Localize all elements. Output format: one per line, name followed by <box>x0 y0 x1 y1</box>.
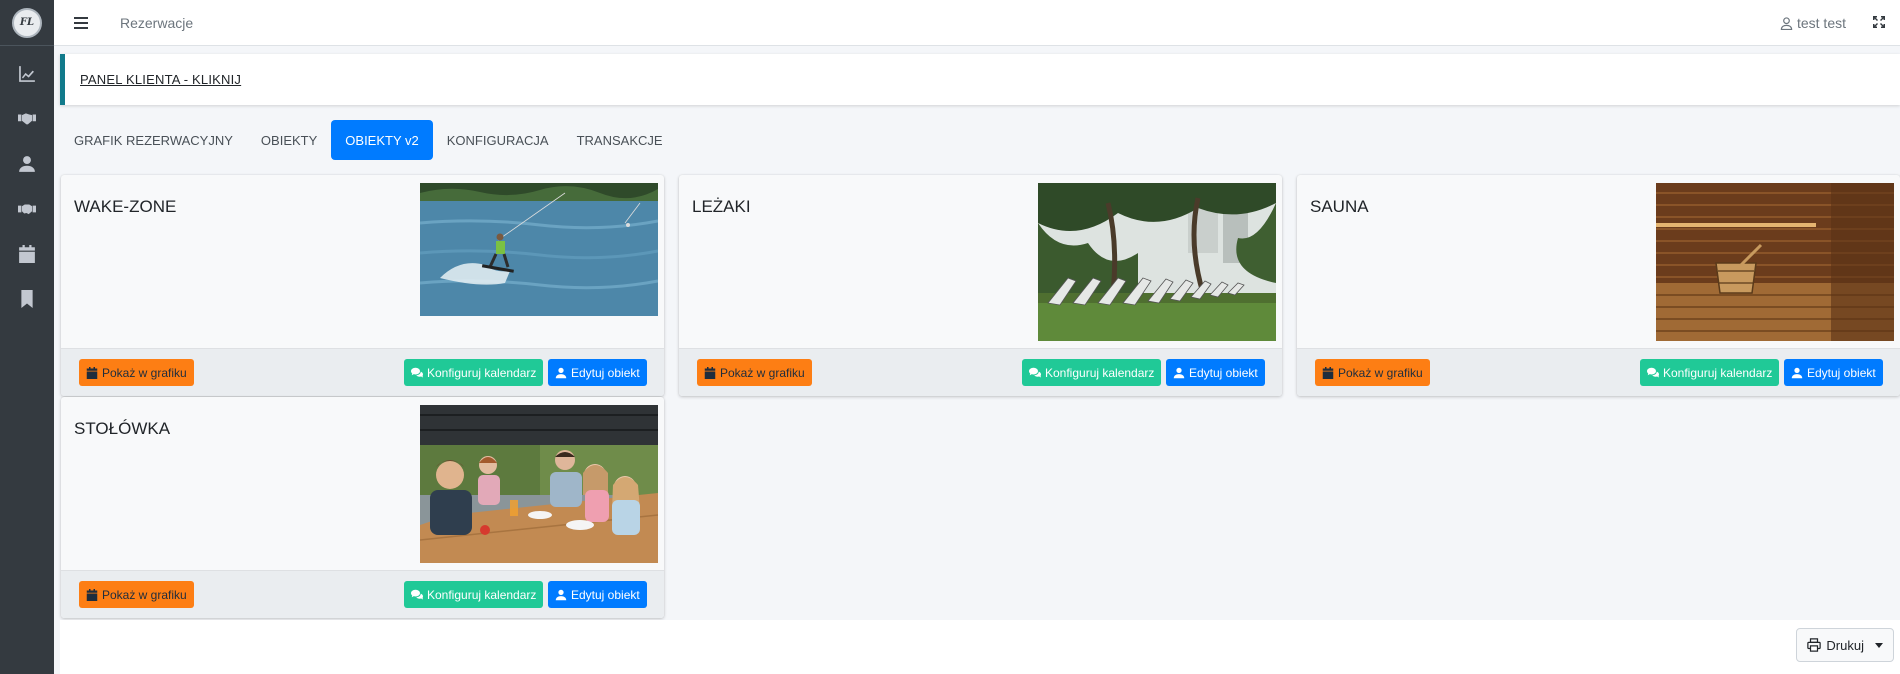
object-name: STOŁÓWKA <box>74 419 171 438</box>
object-image[interactable] <box>420 405 658 563</box>
wakeboard-photo <box>420 183 658 316</box>
object-card-lezaki: LEŻAKI Pokaż w grafiku Konfiguruj kalend… <box>679 175 1282 396</box>
tab-konfiguracja[interactable]: KONFIGURACJA <box>433 120 563 160</box>
sidebar-item-partners[interactable] <box>0 186 54 231</box>
tab-transakcje[interactable]: TRANSAKCJE <box>563 120 677 160</box>
print-dropdown-button[interactable]: Drukuj <box>1796 628 1894 662</box>
calendar-icon <box>86 366 98 379</box>
configure-calendar-button[interactable]: Konfiguruj kalendarz <box>1022 359 1162 386</box>
handshake-icon <box>18 112 36 124</box>
object-card-stolowka: STOŁÓWKA Pokaż w grafiku Konfiguruj kale… <box>61 397 664 618</box>
top-navbar: Rezerwacje test test <box>54 0 1900 46</box>
edit-object-button[interactable]: Edytuj obiekt <box>1166 359 1265 386</box>
show-in-schedule-button[interactable]: Pokaż w grafiku <box>79 359 194 386</box>
object-card-sauna: SAUNA Pokaż w grafiku Konfiguruj kalenda… <box>1297 175 1900 396</box>
show-in-schedule-button[interactable]: Pokaż w grafiku <box>1315 359 1430 386</box>
edit-object-button[interactable]: Edytuj obiekt <box>548 359 647 386</box>
comments-icon <box>411 589 423 599</box>
show-in-schedule-button[interactable]: Pokaż w grafiku <box>79 581 194 608</box>
object-card-footer: Pokaż w grafiku Konfiguruj kalendarz Edy… <box>61 570 664 618</box>
user-name: test test <box>1796 15 1846 31</box>
sidebar-item-clients[interactable] <box>0 96 54 141</box>
edit-object-button[interactable]: Edytuj obiekt <box>548 581 647 608</box>
object-image[interactable] <box>1038 183 1276 341</box>
user-icon <box>1791 367 1803 378</box>
object-name: SAUNA <box>1310 197 1369 216</box>
configure-calendar-button[interactable]: Konfiguruj kalendarz <box>1640 359 1780 386</box>
comments-icon <box>1029 367 1041 377</box>
user-icon <box>19 155 35 172</box>
calendar-icon <box>19 244 35 263</box>
object-card-footer: Pokaż w grafiku Konfiguruj kalendarz Edy… <box>1297 348 1900 396</box>
configure-calendar-button[interactable]: Konfiguruj kalendarz <box>404 359 544 386</box>
calendar-icon <box>86 588 98 601</box>
sidebar-item-users[interactable] <box>0 141 54 186</box>
sidebar-item-calendar[interactable] <box>0 231 54 276</box>
object-name: WAKE-ZONE <box>74 197 177 216</box>
handshake-alt-icon <box>18 204 36 214</box>
tab-obiekty-v2[interactable]: OBIEKTY v2 <box>331 120 433 160</box>
tab-obiekty[interactable]: OBIEKTY <box>247 120 331 160</box>
user-icon <box>555 367 567 378</box>
calendar-icon <box>1322 366 1334 379</box>
brand[interactable]: FL <box>0 0 54 46</box>
object-image[interactable] <box>1656 183 1894 341</box>
comments-icon <box>1647 367 1659 377</box>
object-image[interactable] <box>420 183 658 316</box>
fullscreen-icon[interactable] <box>1872 15 1886 29</box>
calendar-icon <box>704 366 716 379</box>
sidebar-item-dashboard[interactable] <box>0 51 54 96</box>
client-panel-link[interactable]: PANEL KLIENTA - KLIKNIJ <box>80 72 241 87</box>
deckchairs-photo <box>1038 183 1276 341</box>
user-icon <box>555 589 567 600</box>
menu-toggle-button[interactable] <box>58 0 104 46</box>
sauna-photo <box>1656 183 1894 341</box>
user-outline-icon <box>1780 16 1793 30</box>
hamburger-icon <box>74 16 88 29</box>
edit-object-button[interactable]: Edytuj obiekt <box>1784 359 1883 386</box>
canteen-photo <box>420 405 658 563</box>
user-menu[interactable]: test test <box>1780 0 1846 46</box>
show-in-schedule-button[interactable]: Pokaż w grafiku <box>697 359 812 386</box>
object-card-footer: Pokaż w grafiku Konfiguruj kalendarz Edy… <box>679 348 1282 396</box>
user-icon <box>1173 367 1185 378</box>
sidebar-item-bookmarks[interactable] <box>0 276 54 321</box>
bookmark-icon <box>21 289 33 308</box>
tab-grafik-rezerwacyjny[interactable]: GRAFIK REZERWACYJNY <box>60 120 247 160</box>
comments-icon <box>411 367 423 377</box>
object-card-wake-zone: WAKE-ZONE Pokaż w grafiku Konfiguruj kal… <box>61 175 664 396</box>
sidebar: FL <box>0 0 54 674</box>
client-panel-callout: PANEL KLIENTA - KLIKNIJ <box>60 54 1900 105</box>
object-name: LEŻAKI <box>692 197 751 216</box>
bottom-bar: Drukuj <box>60 620 1900 674</box>
brand-logo-text: FL <box>19 17 35 28</box>
tabs: GRAFIK REZERWACYJNY OBIEKTY OBIEKTY v2 K… <box>60 120 677 160</box>
print-label: Drukuj <box>1826 637 1864 653</box>
object-card-footer: Pokaż w grafiku Konfiguruj kalendarz Edy… <box>61 348 664 396</box>
brand-logo[interactable]: FL <box>12 7 42 38</box>
printer-icon <box>1807 638 1822 652</box>
configure-calendar-button[interactable]: Konfiguruj kalendarz <box>404 581 544 608</box>
caret-down-icon <box>1875 642 1883 648</box>
chart-line-icon <box>19 65 35 82</box>
page-title[interactable]: Rezerwacje <box>120 15 193 31</box>
